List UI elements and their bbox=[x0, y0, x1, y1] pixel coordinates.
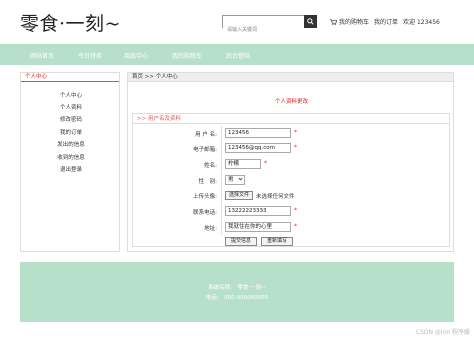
choose-file-button[interactable]: 选择文件 bbox=[225, 191, 253, 200]
nav-item-sale[interactable]: 今日特卖 bbox=[78, 51, 102, 60]
required-mark: * bbox=[264, 160, 267, 167]
form-header: >> 用户名及资料 bbox=[133, 114, 449, 124]
name-label: 姓名: bbox=[204, 163, 217, 169]
nav-item-home[interactable]: 网站首页 bbox=[30, 51, 54, 60]
sidebar-title: 个人中心 bbox=[21, 73, 119, 82]
required-mark: * bbox=[294, 223, 297, 230]
row-email: 电子邮箱: 123456@qq.com * bbox=[133, 141, 451, 156]
row-avatar: 上传头像: 选择文件 未选择任何文件 bbox=[133, 188, 451, 203]
header: 零食·一刻~ 我的购物车 我的订单 欢迎 123456 bbox=[0, 0, 474, 44]
row-name: 姓名: 柠檬 * bbox=[133, 157, 451, 172]
required-mark: * bbox=[294, 144, 297, 151]
top-links: 我的购物车 我的订单 欢迎 123456 bbox=[330, 17, 440, 26]
sidebar-item-sent[interactable]: 发出的信息 bbox=[21, 140, 121, 148]
main-panel: 首页 >> 个人中心 个人资料更改 >> 用户名及资料 用 户 名: 12345… bbox=[127, 72, 454, 252]
main-nav: 网站首页 今日特卖 商品中心 我的购物车 后台登陆 bbox=[0, 44, 474, 65]
search-input[interactable] bbox=[223, 24, 306, 36]
site-logo[interactable]: 零食·一刻~ bbox=[20, 9, 121, 36]
nav-item-cart[interactable]: 我的购物车 bbox=[172, 51, 202, 60]
welcome-text: 欢迎 123456 bbox=[403, 19, 440, 26]
search-box bbox=[222, 15, 317, 36]
row-address: 地址: 我就住在你的心里 * bbox=[133, 220, 451, 235]
sidebar-item-center[interactable]: 个人中心 bbox=[21, 91, 121, 99]
cart-label: 我的购物车 bbox=[339, 19, 370, 26]
orders-link[interactable]: 我的订单 bbox=[374, 17, 398, 26]
gender-label: 性 别: bbox=[198, 179, 217, 185]
file-status: 未选择任何文件 bbox=[256, 194, 295, 200]
email-field[interactable]: 123456@qq.com bbox=[225, 143, 291, 153]
nav-item-products[interactable]: 商品中心 bbox=[124, 51, 148, 60]
sidebar: 个人中心 个人中心 个人资料 修改密码 我的订单 发出的信息 收到的信息 退出登… bbox=[20, 72, 120, 252]
sidebar-item-orders[interactable]: 我的订单 bbox=[21, 128, 121, 136]
cart-link[interactable]: 我的购物车 bbox=[330, 17, 369, 26]
username-label: 用 户 名: bbox=[195, 132, 217, 138]
watermark: CSDN @lim 程序媛 bbox=[415, 329, 470, 336]
required-mark: * bbox=[294, 207, 297, 214]
reset-button[interactable]: 重新填写 bbox=[261, 237, 293, 246]
footer-system-name: 系统名称: 零食·一刻~ bbox=[208, 285, 266, 291]
sidebar-item-profile[interactable]: 个人资料 bbox=[21, 103, 121, 111]
address-field[interactable]: 我就住在你的心里 bbox=[225, 222, 291, 232]
nav-item-admin-login[interactable]: 后台登陆 bbox=[226, 51, 250, 60]
address-label: 地址: bbox=[204, 226, 217, 232]
page-title: 个人资料更改 bbox=[274, 99, 308, 105]
gender-select[interactable]: 男 bbox=[225, 175, 245, 185]
footer: 系统名称: 零食·一刻~ 电话: 000-000000000 bbox=[20, 262, 454, 322]
search-icon bbox=[307, 18, 314, 25]
row-phone: 联系电话: 13222223333 * bbox=[133, 204, 451, 219]
name-field[interactable]: 柠檬 bbox=[225, 159, 261, 169]
search-button[interactable] bbox=[304, 15, 317, 28]
username-field[interactable]: 123456 bbox=[225, 128, 291, 138]
row-username: 用 户 名: 123456 * bbox=[133, 126, 451, 141]
profile-form: >> 用户名及资料 用 户 名: 123456 * 电子邮箱: 123456@q… bbox=[132, 113, 450, 247]
row-gender: 性 别: 男 bbox=[133, 173, 451, 188]
sidebar-item-logout[interactable]: 退出登录 bbox=[21, 165, 121, 173]
email-label: 电子邮箱: bbox=[193, 147, 217, 153]
chevron-down-icon bbox=[238, 177, 243, 181]
submit-button[interactable]: 提交信息 bbox=[225, 237, 257, 246]
breadcrumb: 首页 >> 个人中心 bbox=[128, 73, 453, 82]
sidebar-item-password[interactable]: 修改密码 bbox=[21, 115, 121, 123]
footer-phone: 电话: 000-000000000 bbox=[205, 295, 269, 301]
sidebar-item-received[interactable]: 收到的信息 bbox=[21, 153, 121, 161]
required-mark: * bbox=[294, 129, 297, 136]
cart-icon bbox=[330, 18, 337, 25]
avatar-label: 上传头像: bbox=[193, 194, 217, 200]
phone-field[interactable]: 13222223333 bbox=[225, 206, 291, 216]
gender-value: 男 bbox=[228, 177, 234, 183]
phone-label: 联系电话: bbox=[193, 210, 217, 216]
